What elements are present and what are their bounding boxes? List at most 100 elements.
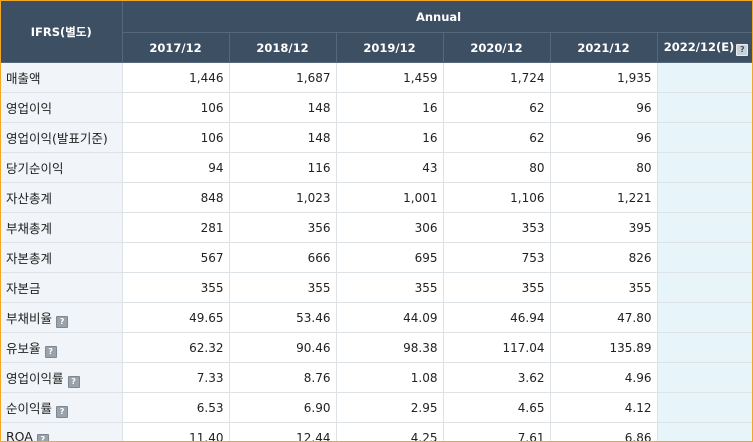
value-cell: 306 bbox=[336, 212, 444, 243]
value-cell: 3.62 bbox=[443, 362, 551, 393]
value-cell: 7.61 bbox=[443, 422, 551, 441]
value-cell: 1,023 bbox=[229, 182, 337, 213]
value-cell: 281 bbox=[122, 212, 230, 243]
row-label: 매출액 bbox=[6, 71, 41, 86]
table-row: 자본총계 567 666 695 753 826 bbox=[1, 242, 752, 273]
year-header: 2020/12 bbox=[443, 32, 551, 63]
row-label-cell: 영업이익 bbox=[1, 92, 123, 123]
value-cell: 16 bbox=[336, 122, 444, 153]
value-cell: 11.40 bbox=[122, 422, 230, 441]
question-icon[interactable]: ? bbox=[36, 434, 49, 441]
value-cell: 1,221 bbox=[550, 182, 658, 213]
value-cell: 2.95 bbox=[336, 392, 444, 423]
year-header: 2022/12(E)? bbox=[657, 32, 752, 63]
estimate-cell bbox=[657, 332, 752, 363]
row-label-cell: 영업이익률? bbox=[1, 362, 123, 393]
value-cell: 7.33 bbox=[122, 362, 230, 393]
value-cell: 62 bbox=[443, 92, 551, 123]
row-label-cell: 유보율? bbox=[1, 332, 123, 363]
row-label-cell: ROA? bbox=[1, 422, 123, 442]
table-row: 영업이익 106 148 16 62 96 bbox=[1, 92, 752, 123]
value-cell: 356 bbox=[229, 212, 337, 243]
question-icon[interactable]: ? bbox=[56, 405, 69, 418]
standard-label: IFRS(별도) bbox=[1, 1, 123, 63]
estimate-cell bbox=[657, 92, 752, 123]
value-cell: 1,001 bbox=[336, 182, 444, 213]
value-cell: 49.65 bbox=[122, 302, 230, 333]
value-cell: 53.46 bbox=[229, 302, 337, 333]
estimate-cell bbox=[657, 392, 752, 423]
value-cell: 62 bbox=[443, 122, 551, 153]
value-cell: 4.12 bbox=[550, 392, 658, 423]
table-row: 자본금 355 355 355 355 355 bbox=[1, 272, 752, 303]
value-cell: 116 bbox=[229, 152, 337, 183]
year-header: 2021/12 bbox=[550, 32, 658, 63]
question-icon[interactable]: ? bbox=[67, 375, 80, 388]
value-cell: 753 bbox=[443, 242, 551, 273]
value-cell: 16 bbox=[336, 92, 444, 123]
row-label: 영업이익 bbox=[6, 101, 53, 116]
year-header: 2017/12 bbox=[122, 32, 230, 63]
row-label: 순이익률 bbox=[6, 400, 53, 416]
table-row: 부채비율? 49.65 53.46 44.09 46.94 47.80 bbox=[1, 302, 752, 333]
value-cell: 4.65 bbox=[443, 392, 551, 423]
row-label-cell: 부채비율? bbox=[1, 302, 123, 333]
value-cell: 80 bbox=[443, 152, 551, 183]
financial-summary-panel: IFRS(별도) Annual 2017/12 2018/12 2019/12 202… bbox=[0, 0, 753, 442]
value-cell: 4.25 bbox=[336, 422, 444, 441]
value-cell: 1,724 bbox=[443, 62, 551, 93]
estimate-cell bbox=[657, 122, 752, 153]
value-cell: 96 bbox=[550, 122, 658, 153]
year-header: 2019/12 bbox=[336, 32, 444, 63]
row-label-cell: 매출액 bbox=[1, 62, 123, 93]
row-label: 부채비율 bbox=[6, 310, 53, 326]
value-cell: 1,446 bbox=[122, 62, 230, 93]
table-row: 부채총계 281 356 306 353 395 bbox=[1, 212, 752, 243]
value-cell: 355 bbox=[122, 272, 230, 303]
question-icon[interactable]: ? bbox=[736, 43, 749, 56]
row-label: ROA bbox=[6, 429, 33, 442]
value-cell: 826 bbox=[550, 242, 658, 273]
row-label: 자산총계 bbox=[6, 191, 53, 206]
value-cell: 62.32 bbox=[122, 332, 230, 363]
year-header-label: 2020/12 bbox=[470, 40, 523, 55]
estimate-cell bbox=[657, 212, 752, 243]
table-row: 순이익률? 6.53 6.90 2.95 4.65 4.12 bbox=[1, 392, 752, 423]
year-header-label: 2019/12 bbox=[363, 40, 416, 55]
value-cell: 117.04 bbox=[443, 332, 551, 363]
value-cell: 6.53 bbox=[122, 392, 230, 423]
value-cell: 98.38 bbox=[336, 332, 444, 363]
row-label-cell: 자본총계 bbox=[1, 242, 123, 273]
value-cell: 1,687 bbox=[229, 62, 337, 93]
row-label-cell: 당기순이익 bbox=[1, 152, 123, 183]
value-cell: 666 bbox=[229, 242, 337, 273]
value-cell: 106 bbox=[122, 92, 230, 123]
row-label: 자본금 bbox=[6, 281, 41, 296]
row-label: 영업이익률 bbox=[6, 370, 64, 386]
financial-table: IFRS(별도) Annual 2017/12 2018/12 2019/12 202… bbox=[1, 1, 752, 442]
row-label-cell: 순이익률? bbox=[1, 392, 123, 423]
value-cell: 355 bbox=[229, 272, 337, 303]
year-header-label: 2021/12 bbox=[577, 40, 630, 55]
year-header-label: 2022/12(E) bbox=[663, 39, 735, 54]
value-cell: 47.80 bbox=[550, 302, 658, 333]
table-row: 자산총계 848 1,023 1,001 1,106 1,221 bbox=[1, 182, 752, 213]
value-cell: 1,935 bbox=[550, 62, 658, 93]
value-cell: 43 bbox=[336, 152, 444, 183]
value-cell: 94 bbox=[122, 152, 230, 183]
annual-group-header: Annual bbox=[122, 1, 752, 33]
table-row: ROA? 11.40 12.44 4.25 7.61 6.86 bbox=[1, 422, 752, 442]
question-icon[interactable]: ? bbox=[56, 315, 69, 328]
question-icon[interactable]: ? bbox=[44, 345, 57, 358]
estimate-cell bbox=[657, 362, 752, 393]
value-cell: 355 bbox=[336, 272, 444, 303]
table-row: 매출액 1,446 1,687 1,459 1,724 1,935 bbox=[1, 62, 752, 93]
row-label: 자본총계 bbox=[6, 251, 53, 266]
value-cell: 96 bbox=[550, 92, 658, 123]
row-label-cell: 자본금 bbox=[1, 272, 123, 303]
value-cell: 395 bbox=[550, 212, 658, 243]
estimate-cell bbox=[657, 62, 752, 93]
row-label-cell: 부채총계 bbox=[1, 212, 123, 243]
value-cell: 80 bbox=[550, 152, 658, 183]
value-cell: 1,459 bbox=[336, 62, 444, 93]
